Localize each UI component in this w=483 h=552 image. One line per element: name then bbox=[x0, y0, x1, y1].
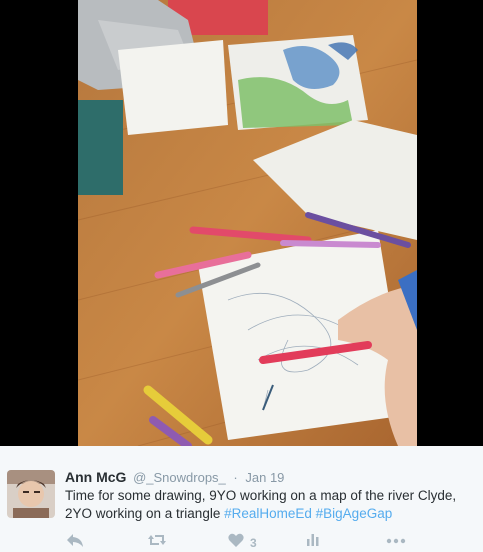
tweet-timestamp[interactable]: Jan 19 bbox=[245, 470, 284, 485]
tweet-text: Time for some drawing, 9YO working on a … bbox=[65, 487, 477, 523]
tweet-photo[interactable] bbox=[78, 0, 417, 446]
more-dots-icon bbox=[386, 532, 406, 548]
like-button[interactable]: 3 bbox=[228, 532, 257, 552]
retweet-icon bbox=[147, 532, 167, 548]
bar-chart-icon bbox=[306, 532, 320, 548]
tweet-header: Ann McG @_Snowdrops_ · Jan 19 bbox=[65, 469, 284, 485]
tweet-media[interactable] bbox=[0, 0, 483, 446]
reply-icon bbox=[66, 532, 84, 548]
avatar[interactable] bbox=[7, 470, 55, 518]
retweet-button[interactable] bbox=[147, 532, 167, 552]
reply-button[interactable] bbox=[66, 532, 84, 552]
hashtag-realhomeed[interactable]: #RealHomeEd bbox=[224, 506, 312, 521]
more-button[interactable] bbox=[386, 532, 406, 552]
heart-icon bbox=[228, 532, 244, 548]
author-handle[interactable]: @_Snowdrops_ bbox=[133, 470, 226, 485]
tweet-card: Ann McG @_Snowdrops_ · Jan 19 Time for s… bbox=[0, 446, 483, 552]
like-count: 3 bbox=[250, 536, 257, 550]
tweet-actions: 3 bbox=[0, 532, 483, 552]
separator: · bbox=[233, 470, 238, 485]
author-name[interactable]: Ann McG bbox=[65, 469, 126, 485]
analytics-button[interactable] bbox=[306, 532, 320, 552]
hashtag-bigagegap[interactable]: #BigAgeGap bbox=[316, 506, 393, 521]
